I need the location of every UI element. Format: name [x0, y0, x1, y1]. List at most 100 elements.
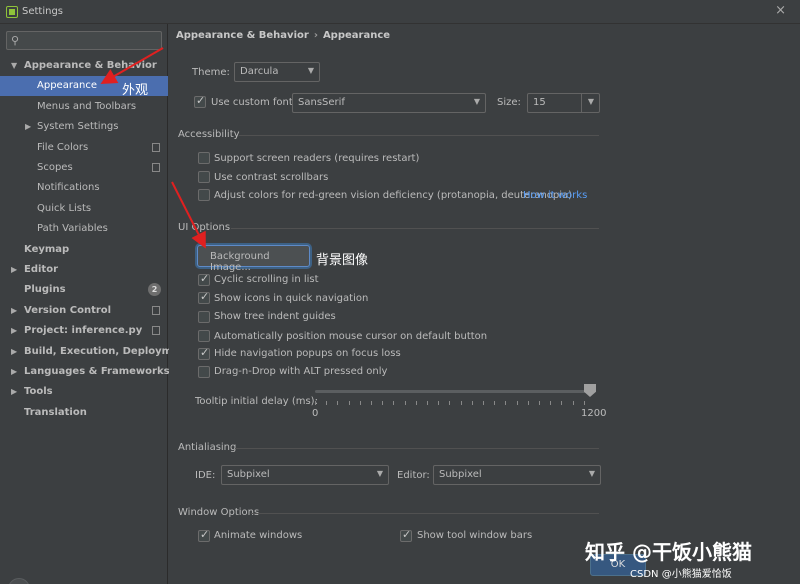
background-image-button-label: Background Image...	[210, 251, 270, 273]
sidebar-item[interactable]: File Colors	[0, 138, 168, 158]
auto-cursor-checkbox[interactable]	[198, 330, 210, 342]
auto-cursor-label: Automatically position mouse cursor on d…	[214, 331, 488, 342]
chevron-right-icon[interactable]: ▶	[11, 260, 17, 280]
slider-min-label: 0	[312, 408, 319, 419]
screen-readers-checkbox[interactable]	[198, 152, 210, 164]
ide-antialiasing-select[interactable]: Subpixel ▼	[221, 465, 389, 485]
tree-indent-label: Show tree indent guides	[214, 311, 336, 322]
help-button[interactable]: ?	[8, 578, 30, 584]
appearance-annotation: 外观	[122, 83, 149, 98]
breadcrumb-separator: ›	[313, 30, 318, 41]
size-label: Size:	[497, 97, 521, 108]
appearance-panel: Appearance & Behavior › Appearance Theme: …	[169, 24, 800, 584]
window-options-title: Window Options	[178, 507, 260, 518]
sidebar-item[interactable]: Keymap	[0, 240, 168, 260]
sidebar-item-label: Appearance	[37, 80, 98, 92]
how-it-works-link[interactable]: How it works	[523, 190, 587, 201]
color-deficiency-checkbox[interactable]	[198, 189, 210, 201]
contrast-scrollbars-checkbox[interactable]	[198, 171, 210, 183]
title-bar: Settings ×	[0, 0, 800, 24]
slider-tick	[393, 401, 395, 405]
font-size-value: 15	[533, 97, 546, 108]
editor-antialiasing-value: Subpixel	[439, 469, 482, 480]
sidebar-item-label: Appearance & Behavior	[24, 60, 157, 71]
sidebar-item[interactable]: Scopes	[0, 158, 168, 178]
tool-window-bars-label: Show tool window bars	[417, 530, 533, 541]
custom-font-label: Use custom font:	[211, 97, 297, 108]
quick-nav-icons-checkbox[interactable]	[198, 290, 210, 304]
sidebar-item-label: Notifications	[37, 182, 100, 194]
slider-tick	[471, 401, 473, 405]
animate-windows-checkbox[interactable]	[198, 528, 210, 542]
sidebar-item[interactable]: Quick Lists	[0, 199, 168, 219]
cyclic-scrolling-checkbox[interactable]	[198, 272, 210, 286]
chevron-right-icon[interactable]: ▶	[11, 362, 17, 382]
slider-thumb[interactable]	[584, 384, 596, 397]
sidebar-item[interactable]: ▼ Appearance & Behavior	[0, 56, 168, 76]
sidebar-item-label: Scopes	[37, 162, 73, 173]
section-divider	[251, 513, 599, 514]
chevron-down-icon[interactable]: ▼	[11, 56, 17, 76]
animate-windows-label: Animate windows	[214, 530, 303, 541]
slider-tick	[315, 401, 316, 405]
chevron-right-icon[interactable]: ▶	[11, 382, 17, 402]
font-value: SansSerif	[298, 97, 345, 108]
pycharm-app-icon	[6, 6, 18, 18]
slider-tick	[337, 401, 339, 405]
tree-indent-checkbox[interactable]	[198, 311, 210, 323]
slider-tick	[371, 401, 372, 405]
font-select[interactable]: SansSerif ▼	[292, 93, 486, 113]
slider-tick	[516, 401, 518, 405]
chevron-down-icon: ▼	[473, 97, 480, 106]
sidebar-item[interactable]: Plugins 2	[0, 280, 168, 300]
chevron-right-icon[interactable]: ▶	[11, 301, 17, 321]
sidebar-item[interactable]: ▶ Tools	[0, 382, 168, 402]
chevron-right-icon[interactable]: ▶	[25, 117, 31, 137]
chevron-down-icon: ▼	[587, 97, 594, 106]
breadcrumb-current: Appearance	[322, 30, 391, 41]
sidebar-item-label: File Colors	[37, 141, 89, 153]
slider-tick	[415, 401, 417, 405]
slider-tick	[460, 401, 462, 405]
tool-window-bars-checkbox[interactable]	[400, 528, 412, 542]
sidebar-item[interactable]: Notifications	[0, 178, 168, 198]
section-divider	[239, 135, 599, 136]
sidebar-item[interactable]: ▶ Version Control	[0, 301, 168, 321]
cyclic-scrolling-label: Cyclic scrolling in list	[214, 274, 319, 285]
sidebar-item-label: Menus and Toolbars	[37, 100, 137, 112]
sidebar-item[interactable]: ▶ Project: inference.py	[0, 321, 168, 341]
antialiasing-title: Antialiasing	[178, 442, 237, 453]
window-title: Settings	[22, 6, 64, 17]
slider-tick	[348, 401, 350, 405]
close-icon[interactable]: ×	[775, 3, 786, 18]
section-divider	[235, 448, 599, 449]
ui-options-title: UI Options	[178, 222, 231, 233]
editor-antialiasing-select[interactable]: Subpixel ▼	[433, 465, 601, 485]
sidebar-item[interactable]: ▶ Languages & Frameworks	[0, 362, 170, 382]
sidebar-item[interactable]: Menus and Toolbars	[0, 97, 168, 117]
sidebar-item[interactable]: Translation	[0, 403, 168, 423]
custom-font-checkbox[interactable]	[194, 94, 206, 108]
breadcrumb-first[interactable]: Appearance & Behavior	[176, 30, 309, 41]
sidebar-item[interactable]: Path Variables	[0, 219, 168, 239]
drag-n-drop-checkbox[interactable]	[198, 366, 210, 378]
sidebar-item[interactable]: ▶ System Settings	[0, 117, 168, 137]
slider-tick	[572, 401, 574, 405]
sidebar-item[interactable]: ▶ Build, Execution, Deployment	[0, 342, 191, 362]
quick-nav-icons-label: Show icons in quick navigation	[214, 293, 369, 304]
sidebar-item-label: Project: inference.py	[24, 325, 143, 337]
sidebar-item[interactable]: ▶ Editor	[0, 260, 168, 280]
hide-popups-checkbox[interactable]	[198, 346, 210, 360]
theme-select[interactable]: Darcula ▼	[234, 62, 320, 82]
slider-tick	[494, 401, 496, 405]
chevron-right-icon[interactable]: ▶	[11, 321, 17, 341]
font-size-select[interactable]: 15 ▼	[527, 93, 600, 113]
tooltip-delay-label: Tooltip initial delay (ms):	[195, 396, 318, 407]
slider-tick	[449, 401, 451, 405]
tooltip-delay-slider[interactable]	[315, 390, 591, 393]
search-input[interactable]: ⚲	[6, 31, 162, 50]
slider-tick	[539, 401, 540, 405]
background-image-button[interactable]: Background Image...	[197, 245, 310, 273]
accessibility-title: Accessibility	[178, 129, 240, 140]
chevron-right-icon[interactable]: ▶	[11, 342, 17, 362]
